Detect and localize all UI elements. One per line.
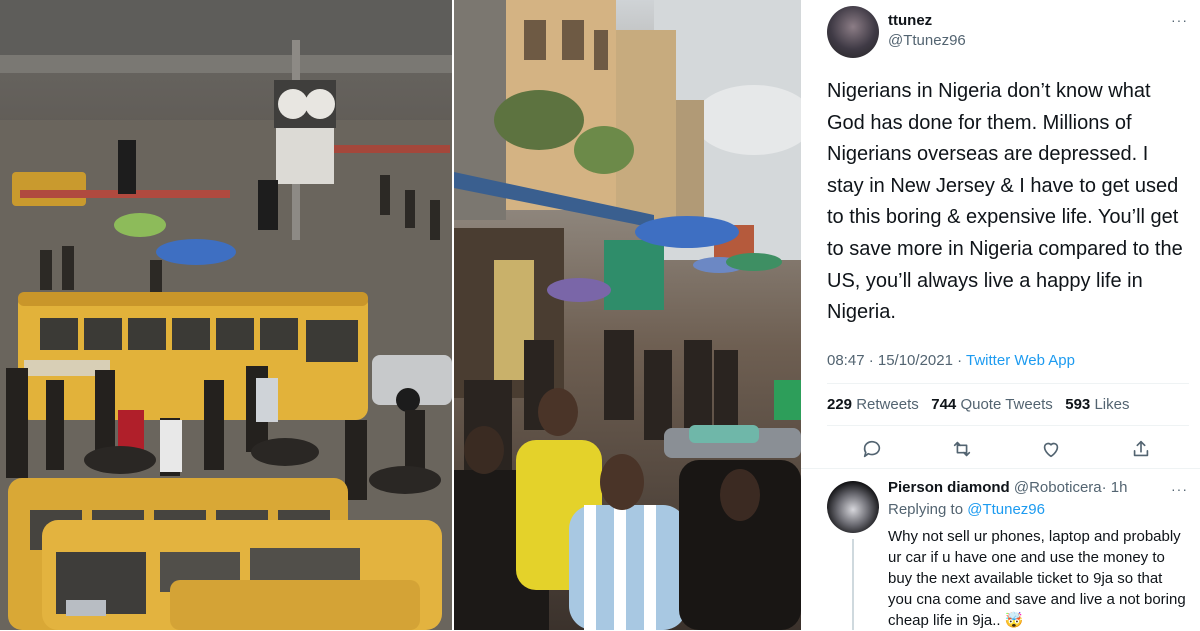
lagos-street-illustration — [0, 0, 452, 630]
reply-text: Why not sell ur phones, laptop and proba… — [888, 528, 1186, 629]
share-icon[interactable] — [1130, 438, 1152, 460]
tweet-text: Nigerians in Nigeria don’t know what God… — [827, 80, 1183, 324]
tweet-timestamp[interactable]: 08:47 · 15/10/2021 — [827, 352, 953, 369]
tweet-panel: ttunez @Ttunez96 ··· Nigerians in Nigeri… — [801, 0, 1200, 630]
thread-line — [852, 539, 854, 630]
likes-count: 593 — [1065, 396, 1091, 413]
quotes-count: 744 — [931, 396, 957, 413]
author-avatar[interactable] — [827, 6, 879, 58]
replying-prefix: Replying to — [888, 501, 964, 518]
market-street-illustration — [454, 0, 801, 630]
replying-to-mention[interactable]: @Ttunez96 — [967, 501, 1045, 518]
market-street-photo — [454, 0, 801, 630]
reply-header: Pierson diamond @Roboticera· 1h — [888, 479, 1128, 496]
divider-line — [827, 383, 1189, 384]
reply-author-handle[interactable]: @Roboticera — [1014, 479, 1102, 496]
retweets-count: 229 — [827, 396, 853, 413]
retweet-icon[interactable] — [951, 438, 973, 460]
reply-more-icon[interactable]: ··· — [1171, 481, 1188, 497]
likes-label: Likes — [1094, 396, 1130, 413]
quotes-label: Quote Tweets — [960, 396, 1053, 413]
reply-author-avatar[interactable] — [827, 481, 879, 533]
quotes-stat[interactable]: 744 Quote Tweets — [931, 396, 1052, 413]
reply-age[interactable]: · 1h — [1102, 479, 1128, 496]
reply-icon[interactable] — [861, 438, 883, 460]
replying-to: Replying to @Ttunez96 — [888, 501, 1045, 518]
author-handle[interactable]: @Ttunez96 — [888, 32, 966, 49]
tweet-stats: 229 Retweets 744 Quote Tweets 593 Likes — [827, 396, 1129, 413]
heart-icon[interactable] — [1040, 438, 1062, 460]
tweet-source[interactable]: Twitter Web App — [966, 352, 1075, 369]
tweet-actions — [827, 436, 1189, 464]
divider-line — [827, 425, 1189, 426]
more-icon[interactable]: ··· — [1171, 12, 1188, 28]
lagos-street-photo — [0, 0, 452, 630]
retweets-stat[interactable]: 229 Retweets — [827, 396, 919, 413]
retweets-label: Retweets — [856, 396, 919, 413]
reply-author-name[interactable]: Pierson diamond — [888, 479, 1010, 496]
meta-separator: · — [952, 352, 967, 369]
likes-stat[interactable]: 593 Likes — [1065, 396, 1129, 413]
tweet-meta: 08:47 · 15/10/2021 · Twitter Web App — [827, 352, 1075, 369]
author-name[interactable]: ttunez — [888, 12, 932, 29]
divider-line — [801, 468, 1200, 469]
